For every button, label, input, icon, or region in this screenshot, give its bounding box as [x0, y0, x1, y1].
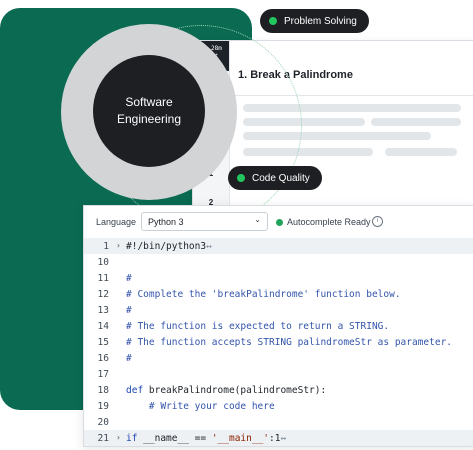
code-line[interactable]: 19 # Write your code here: [84, 398, 473, 414]
skill-circle: Software Engineering: [93, 55, 205, 167]
text-placeholder: [385, 148, 457, 156]
autocomplete-status: Autocomplete Ready: [287, 217, 371, 227]
fold-arrow-icon[interactable]: ›: [116, 433, 121, 442]
line-number: 18: [97, 385, 109, 396]
line-number: 12: [97, 289, 109, 300]
skill-title-line2: Engineering: [116, 112, 182, 126]
line-number: 20: [97, 417, 109, 428]
language-label: Language: [96, 217, 137, 227]
status-dot: [237, 174, 245, 182]
editor-toolbar: Language Python 3 ⌄ Autocomplete Ready i: [84, 206, 473, 238]
string-literal: '__main__': [211, 433, 270, 444]
code-editor: Language Python 3 ⌄ Autocomplete Ready i…: [83, 205, 473, 447]
code-line[interactable]: 13 #: [84, 302, 473, 318]
line-number: 10: [97, 257, 109, 268]
code-line[interactable]: 20: [84, 414, 473, 430]
code-text: def breakPalindrome(palindromeStr):: [126, 385, 326, 396]
code-token: # Write your code here: [126, 401, 275, 412]
line-number: 15: [97, 337, 109, 348]
pill-label: Problem Solving: [284, 15, 357, 27]
code-line[interactable]: 16 #: [84, 350, 473, 366]
code-line[interactable]: 21 › if __name__ == '__main__':1↔: [84, 430, 473, 446]
language-select[interactable]: Python 3 ⌄: [141, 212, 268, 231]
code-token: # Complete the 'breakPalindrome' functio…: [126, 289, 401, 300]
text-placeholder: [371, 118, 461, 126]
line-number: 11: [97, 273, 109, 284]
code-text: #: [126, 273, 132, 284]
code-token: :1: [269, 433, 281, 444]
code-line[interactable]: 11 #: [84, 270, 473, 286]
code-text: if __name__ == '__main__':1↔: [126, 433, 286, 444]
code-text: #!/bin/python3↔: [126, 241, 212, 252]
line-number: 16: [97, 353, 109, 364]
line-number: 13: [97, 305, 109, 316]
language-value: Python 3: [148, 217, 184, 227]
code-token: __name__ ==: [137, 433, 212, 444]
code-token: # The function is expected to return a S…: [126, 321, 390, 332]
code-line[interactable]: 18 def breakPalindrome(palindromeStr):: [84, 382, 473, 398]
line-number: 21: [97, 433, 109, 444]
keyword: def: [126, 385, 144, 396]
code-token: breakPalindrome(palindromeStr):: [143, 385, 327, 396]
code-token: #: [126, 305, 132, 316]
line-number: 1: [103, 241, 109, 252]
folded-code-icon[interactable]: ↔: [280, 433, 286, 444]
code-text: # Complete the 'breakPalindrome' functio…: [126, 289, 401, 300]
code-token: #: [126, 273, 132, 284]
code-text: #: [126, 353, 132, 364]
line-number: 14: [97, 321, 109, 332]
code-token: # The function accepts STRING palindrome…: [126, 337, 453, 348]
skill-title-line1: Software: [125, 95, 173, 109]
code-token: #: [126, 353, 132, 364]
keyword: if: [126, 433, 138, 444]
code-line[interactable]: 10: [84, 254, 473, 270]
fold-arrow-icon[interactable]: ›: [116, 241, 121, 250]
code-text: # The function accepts STRING palindrome…: [126, 337, 452, 348]
chevron-down-icon: ⌄: [254, 215, 261, 224]
folded-code-icon[interactable]: ↔: [206, 241, 212, 252]
info-icon[interactable]: i: [372, 216, 383, 227]
problem-solving-pill: Problem Solving: [260, 9, 369, 33]
code-line[interactable]: 12 # Complete the 'breakPalindrome' funct…: [84, 286, 473, 302]
code-line[interactable]: 14 # The function is expected to return a…: [84, 318, 473, 334]
status-dot: [269, 17, 277, 25]
code-line[interactable]: 15 # The function accepts STRING palindro…: [84, 334, 473, 350]
code-line[interactable]: 17: [84, 366, 473, 382]
pill-label: Code Quality: [252, 172, 310, 184]
line-number: 19: [97, 401, 109, 412]
status-dot: [276, 219, 283, 226]
code-text: #: [126, 305, 132, 316]
code-text: # The function is expected to return a S…: [126, 321, 389, 332]
code-text: # Write your code here: [126, 401, 275, 412]
code-token: #!/bin/python3: [126, 241, 207, 252]
code-line[interactable]: 1 › #!/bin/python3↔: [84, 238, 473, 254]
line-number: 17: [97, 369, 109, 380]
code-quality-pill: Code Quality: [228, 166, 322, 190]
